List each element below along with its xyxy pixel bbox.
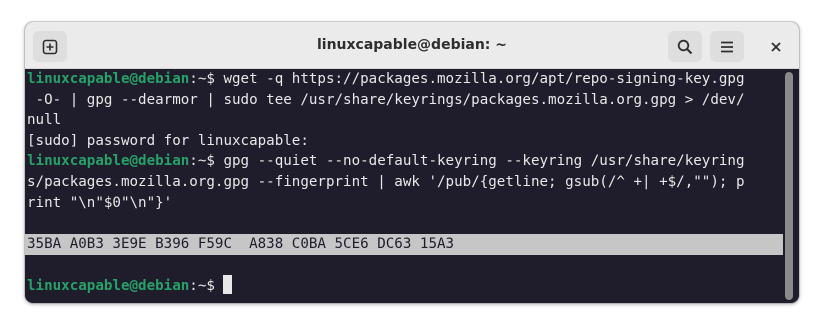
terminal-line: [sudo] password for linuxcapable: (27, 132, 309, 149)
terminal-line: linuxcapable@debian:~$ wget -q https://p… (27, 69, 745, 90)
terminal-line: s/packages.mozilla.org.gpg --fingerprint… (27, 174, 745, 190)
search-icon (677, 39, 693, 54)
scrollbar[interactable] (785, 72, 793, 300)
prompt-user: linuxcapable@debian (27, 71, 190, 87)
command-text: gpg --quiet --no-default-keyring --keyri… (214, 153, 745, 170)
prompt-user: linuxcapable@debian (27, 153, 190, 170)
fingerprint-output: 35BA A0B3 3E9E B396 F59C A838 C0BA 5CE6 … (27, 235, 455, 252)
prompt-user: linuxcapable@debian (27, 278, 190, 294)
terminal-line: linuxcapable@debian:~$ (27, 275, 233, 296)
terminal-window: linuxcapable@debian: ~ linuxcapable@debi… (25, 22, 799, 303)
hamburger-menu-icon (721, 41, 733, 52)
terminal-output[interactable]: linuxcapable@debian:~$ wget -q https://p… (25, 69, 783, 303)
search-button[interactable] (668, 31, 702, 62)
title-bar: linuxcapable@debian: ~ (25, 22, 799, 69)
menu-button[interactable] (710, 31, 744, 62)
prompt-path: :~$ (189, 71, 215, 87)
terminal-line: linuxcapable@debian:~$ gpg --quiet --no-… (27, 151, 745, 172)
command-text (215, 278, 224, 294)
text-cursor (223, 275, 233, 294)
prompt-path: :~$ (189, 153, 215, 170)
terminal-line: null (27, 112, 62, 129)
close-icon (771, 41, 781, 52)
prompt-path: :~$ (189, 278, 215, 294)
terminal-line: rint "\n"$0"\n"}' (27, 194, 173, 211)
command-text: wget -q https://packages.mozilla.org/apt… (214, 71, 745, 87)
close-button[interactable] (762, 31, 790, 62)
terminal-line: -O- | gpg --dearmor | sudo tee /usr/shar… (27, 91, 745, 108)
